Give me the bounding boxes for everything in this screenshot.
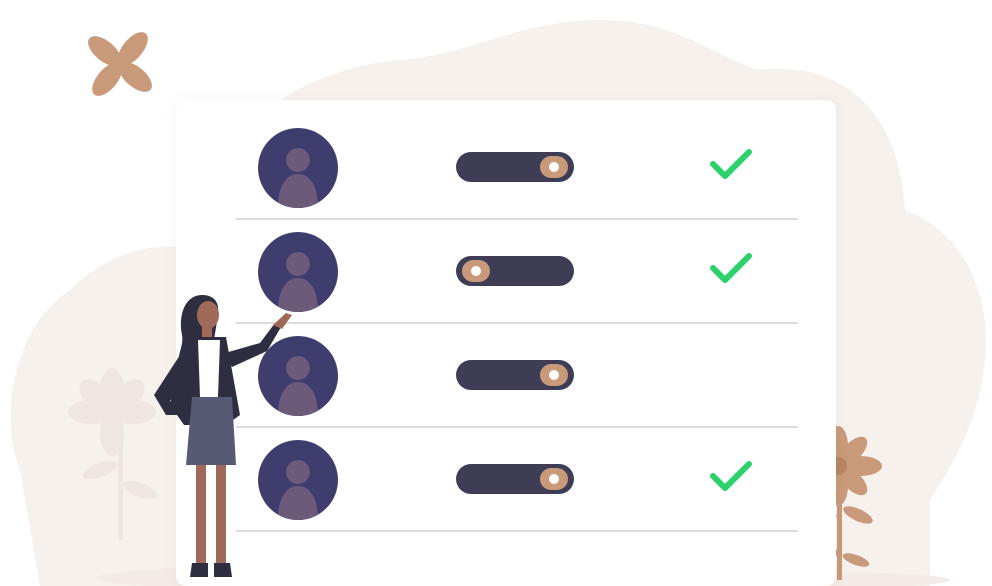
toggle-knob xyxy=(540,468,568,490)
permission-toggle[interactable] xyxy=(456,256,574,286)
user-silhouette-icon xyxy=(278,148,318,208)
check-mark-icon xyxy=(710,461,752,491)
user-row xyxy=(236,116,798,220)
toggle-knob xyxy=(540,156,568,178)
row-divider xyxy=(236,530,798,532)
user-row xyxy=(236,428,798,532)
skirt xyxy=(186,397,236,465)
check-mark-icon xyxy=(710,149,752,179)
permission-toggle[interactable] xyxy=(456,152,574,182)
user-row xyxy=(236,220,798,324)
toggle-knob xyxy=(462,260,490,282)
toggle-knob xyxy=(540,364,568,386)
left-leg xyxy=(196,465,206,563)
user-row xyxy=(236,324,798,428)
permission-toggle[interactable] xyxy=(456,464,574,494)
decorative-flower-icon xyxy=(88,32,152,96)
permission-toggle[interactable] xyxy=(456,360,574,390)
raised-arm xyxy=(225,323,281,367)
user-avatar xyxy=(258,128,338,208)
woman-figure xyxy=(154,295,292,577)
check-mark-icon xyxy=(710,253,752,283)
face xyxy=(197,301,219,329)
right-leg xyxy=(216,465,226,563)
